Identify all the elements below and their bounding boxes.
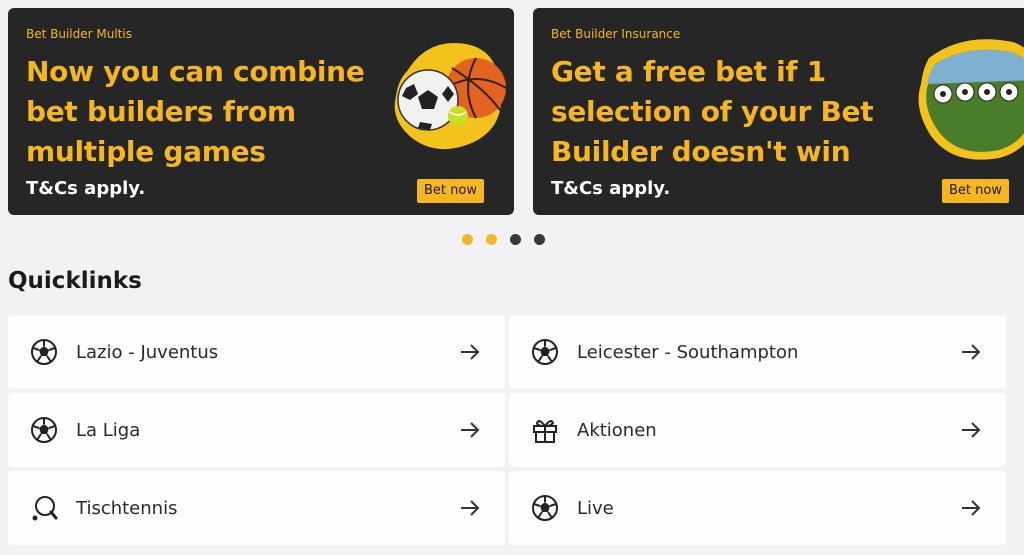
carousel-dot[interactable] — [462, 234, 473, 245]
stadium-footballs-icon — [913, 28, 1024, 168]
promo-banner-bet-builder-multis[interactable]: Bet Builder Multis Now you can combine b… — [8, 8, 514, 215]
sports-balls-icon — [388, 30, 508, 160]
bet-now-button[interactable]: Bet now — [417, 179, 484, 203]
carousel-dot[interactable] — [510, 234, 521, 245]
banner-kicker: Bet Builder Insurance — [551, 27, 681, 41]
gift-icon — [531, 416, 559, 444]
arrow-right-icon — [459, 419, 481, 441]
banner-headline: Now you can combine bet builders from mu… — [26, 55, 365, 168]
quicklink-label: Tischtennis — [76, 497, 178, 519]
quicklink-la-liga[interactable]: La Liga — [8, 393, 505, 467]
banner-terms: T&Cs apply. — [26, 178, 146, 199]
banner-kicker: Bet Builder Multis — [26, 27, 132, 41]
carousel-dot[interactable] — [534, 234, 545, 245]
arrow-right-icon — [960, 341, 982, 363]
football-icon — [531, 338, 559, 366]
carousel-pagination — [462, 234, 545, 246]
football-icon — [531, 494, 559, 522]
banner-headline: Get a free bet if 1 selection of your Be… — [551, 55, 874, 168]
banner-terms: T&Cs apply. — [551, 178, 671, 199]
quicklink-lazio-juventus[interactable]: Lazio - Juventus — [8, 315, 505, 389]
promo-banner-bet-builder-insurance[interactable]: Bet Builder Insurance Get a free bet if … — [533, 8, 1024, 215]
quicklinks-grid: Lazio - Juventus Leicester - Southampton… — [8, 315, 1006, 545]
quicklink-aktionen[interactable]: Aktionen — [509, 393, 1006, 467]
quicklink-tischtennis[interactable]: Tischtennis — [8, 471, 505, 545]
table-tennis-icon — [30, 494, 58, 522]
arrow-right-icon — [960, 497, 982, 519]
bet-now-button[interactable]: Bet now — [942, 179, 1009, 203]
football-icon — [30, 416, 58, 444]
arrow-right-icon — [459, 497, 481, 519]
arrow-right-icon — [459, 341, 481, 363]
quicklink-label: La Liga — [76, 419, 141, 441]
carousel-dot[interactable] — [486, 234, 497, 245]
quicklinks-title: Quicklinks — [8, 268, 142, 294]
football-icon — [30, 338, 58, 366]
quicklink-leicester-southampton[interactable]: Leicester - Southampton — [509, 315, 1006, 389]
quicklink-label: Live — [577, 497, 614, 519]
quicklink-label: Lazio - Juventus — [76, 341, 219, 363]
quicklink-label: Leicester - Southampton — [577, 341, 799, 363]
quicklink-label: Aktionen — [577, 419, 657, 441]
promo-carousel: Bet Builder Multis Now you can combine b… — [0, 0, 1024, 222]
quicklink-live[interactable]: Live — [509, 471, 1006, 545]
arrow-right-icon — [960, 419, 982, 441]
